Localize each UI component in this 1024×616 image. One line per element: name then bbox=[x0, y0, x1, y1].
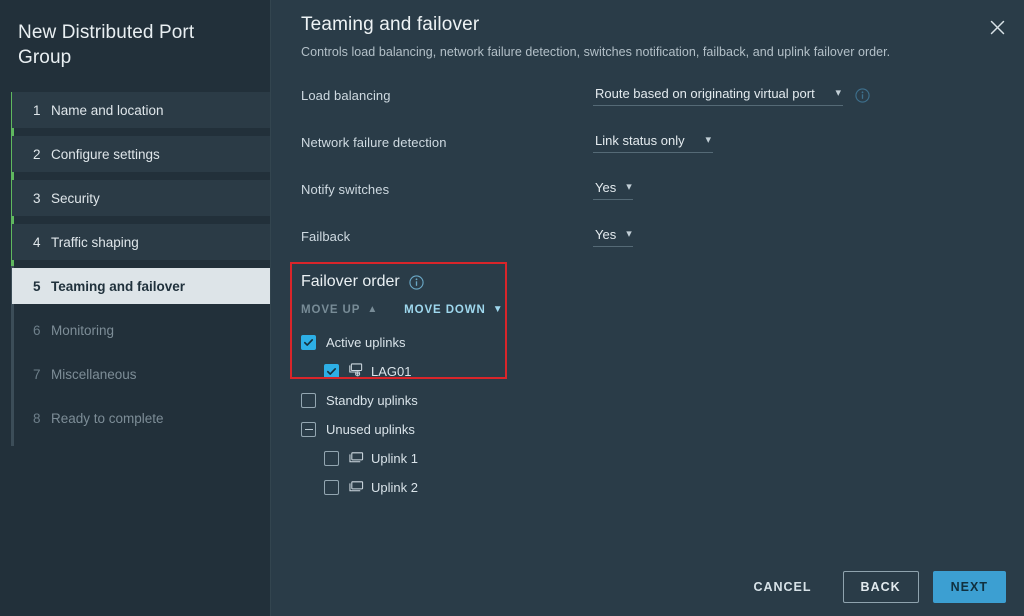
failback-control: Yes ▾ bbox=[593, 226, 633, 247]
sidebar-step-miscellaneous: 7 Miscellaneous bbox=[12, 356, 270, 392]
page-description: Controls load balancing, network failure… bbox=[301, 45, 891, 59]
load-balancing-value: Route based on originating virtual port bbox=[595, 86, 815, 101]
active-uplinks-label: Active uplinks bbox=[326, 335, 406, 350]
move-down-button[interactable]: MOVE DOWN ▼ bbox=[404, 304, 503, 316]
back-button[interactable]: BACK bbox=[842, 571, 919, 603]
standby-uplinks-checkbox[interactable] bbox=[301, 393, 316, 408]
step-number: 8 bbox=[33, 410, 41, 426]
step-number: 3 bbox=[33, 190, 41, 206]
failover-order-section: Failover order MOVE UP ▲ MOVE DOWN ▼ Act… bbox=[271, 273, 1024, 502]
network-failure-detection-label: Network failure detection bbox=[301, 135, 447, 150]
step-label: Teaming and failover bbox=[51, 278, 186, 294]
tree-group-unused-uplinks[interactable]: Unused uplinks bbox=[301, 415, 1024, 444]
tree-item-lag01[interactable]: LAG01 bbox=[301, 357, 1024, 386]
uplink-2-checkbox[interactable] bbox=[324, 480, 339, 495]
dialog-footer: CANCEL BACK NEXT bbox=[271, 558, 1024, 616]
uplink-2-label: Uplink 2 bbox=[371, 480, 418, 495]
step-label: Monitoring bbox=[51, 322, 115, 338]
unused-uplinks-label: Unused uplinks bbox=[326, 422, 415, 437]
step-number: 1 bbox=[33, 102, 41, 118]
tree-item-uplink-2[interactable]: Uplink 2 bbox=[301, 473, 1024, 502]
uplink-1-checkbox[interactable] bbox=[324, 451, 339, 466]
move-up-button: MOVE UP ▲ bbox=[301, 304, 378, 316]
chevron-down-icon: ▼ bbox=[492, 304, 504, 315]
failover-order-header: Failover order bbox=[301, 273, 1024, 291]
step-number: 4 bbox=[33, 234, 41, 250]
main-panel: Teaming and failover Controls load balan… bbox=[270, 0, 1024, 616]
network-failure-detection-select[interactable]: Link status only ▾ bbox=[593, 132, 713, 153]
step-number: 5 bbox=[33, 278, 41, 294]
nic-icon bbox=[349, 451, 364, 467]
failback-value: Yes bbox=[595, 227, 617, 242]
failover-order-title: Failover order bbox=[301, 273, 400, 290]
step-label: Security bbox=[51, 190, 100, 206]
move-up-label: MOVE UP bbox=[301, 304, 361, 316]
sidebar-step-security[interactable]: 3 Security bbox=[12, 180, 270, 216]
notify-switches-control: Yes ▾ bbox=[593, 179, 633, 200]
sidebar-step-teaming-and-failover[interactable]: 5 Teaming and failover bbox=[12, 268, 270, 304]
sidebar-step-configure-settings[interactable]: 2 Configure settings bbox=[12, 136, 270, 172]
tree-group-active-uplinks[interactable]: Active uplinks bbox=[301, 328, 1024, 357]
nic-icon bbox=[349, 480, 364, 496]
form-row-network-failure-detection: Network failure detection Link status on… bbox=[301, 132, 1024, 158]
info-icon[interactable] bbox=[855, 88, 870, 103]
load-balancing-label: Load balancing bbox=[301, 88, 391, 103]
step-label: Traffic shaping bbox=[51, 234, 139, 250]
sidebar-step-name-and-location[interactable]: 1 Name and location bbox=[12, 92, 270, 128]
load-balancing-select[interactable]: Route based on originating virtual port … bbox=[593, 85, 843, 106]
step-label: Ready to complete bbox=[51, 410, 164, 426]
failback-label: Failback bbox=[301, 229, 351, 244]
step-number: 6 bbox=[33, 322, 41, 338]
panel-header: Teaming and failover Controls load balan… bbox=[271, 0, 1024, 59]
step-label: Miscellaneous bbox=[51, 366, 137, 382]
form-row-failback: Failback Yes ▾ bbox=[301, 226, 1024, 252]
notify-switches-value: Yes bbox=[595, 180, 617, 195]
sidebar-step-traffic-shaping[interactable]: 4 Traffic shaping bbox=[12, 224, 270, 260]
wizard-title: New Distributed Port Group bbox=[18, 22, 195, 68]
network-failure-detection-value: Link status only bbox=[595, 133, 685, 148]
tree-item-uplink-1[interactable]: Uplink 1 bbox=[301, 444, 1024, 473]
lag01-label: LAG01 bbox=[371, 364, 412, 379]
indeterminate-dash-icon bbox=[304, 428, 313, 431]
network-failure-detection-control: Link status only ▾ bbox=[593, 132, 713, 153]
move-down-label: MOVE DOWN bbox=[404, 304, 486, 316]
chevron-up-icon: ▲ bbox=[367, 304, 379, 315]
step-label: Name and location bbox=[51, 102, 164, 118]
active-uplinks-checkbox[interactable] bbox=[301, 335, 316, 350]
lag-nic-icon bbox=[349, 363, 364, 380]
chevron-down-icon: ▾ bbox=[626, 228, 632, 240]
step-label: Configure settings bbox=[51, 146, 160, 162]
failover-uplink-tree: Active uplinks LAG01 Standby uplinks Unu… bbox=[301, 328, 1024, 502]
sidebar-step-ready-to-complete: 8 Ready to complete bbox=[12, 400, 270, 436]
page-title: Teaming and failover bbox=[301, 14, 480, 35]
close-icon[interactable] bbox=[982, 12, 1012, 42]
wizard-steps: 1 Name and location 2 Configure settings… bbox=[0, 92, 270, 446]
standby-uplinks-label: Standby uplinks bbox=[326, 393, 418, 408]
load-balancing-control: Route based on originating virtual port … bbox=[593, 85, 870, 106]
wizard-sidebar: New Distributed Port Group 1 Name and lo… bbox=[0, 0, 270, 616]
form-row-load-balancing: Load balancing Route based on originatin… bbox=[301, 85, 1024, 111]
unused-uplinks-checkbox[interactable] bbox=[301, 422, 316, 437]
notify-switches-label: Notify switches bbox=[301, 182, 390, 197]
step-number: 2 bbox=[33, 146, 41, 162]
chevron-down-icon: ▾ bbox=[626, 181, 632, 193]
form-row-notify-switches: Notify switches Yes ▾ bbox=[301, 179, 1024, 205]
uplink-1-label: Uplink 1 bbox=[371, 451, 418, 466]
move-buttons-row: MOVE UP ▲ MOVE DOWN ▼ bbox=[301, 304, 1024, 316]
info-icon[interactable] bbox=[409, 274, 424, 290]
tree-group-standby-uplinks[interactable]: Standby uplinks bbox=[301, 386, 1024, 415]
step-number: 7 bbox=[33, 366, 41, 382]
notify-switches-select[interactable]: Yes ▾ bbox=[593, 179, 633, 200]
chevron-down-icon: ▾ bbox=[835, 87, 841, 99]
sidebar-step-monitoring: 6 Monitoring bbox=[12, 312, 270, 348]
teaming-settings-form: Load balancing Route based on originatin… bbox=[271, 85, 1024, 252]
cancel-button[interactable]: CANCEL bbox=[736, 571, 828, 603]
next-button[interactable]: NEXT bbox=[932, 571, 1006, 603]
failback-select[interactable]: Yes ▾ bbox=[593, 226, 633, 247]
chevron-down-icon: ▾ bbox=[705, 134, 711, 146]
wizard-dialog: New Distributed Port Group 1 Name and lo… bbox=[0, 0, 1024, 616]
lag01-checkbox[interactable] bbox=[324, 364, 339, 379]
